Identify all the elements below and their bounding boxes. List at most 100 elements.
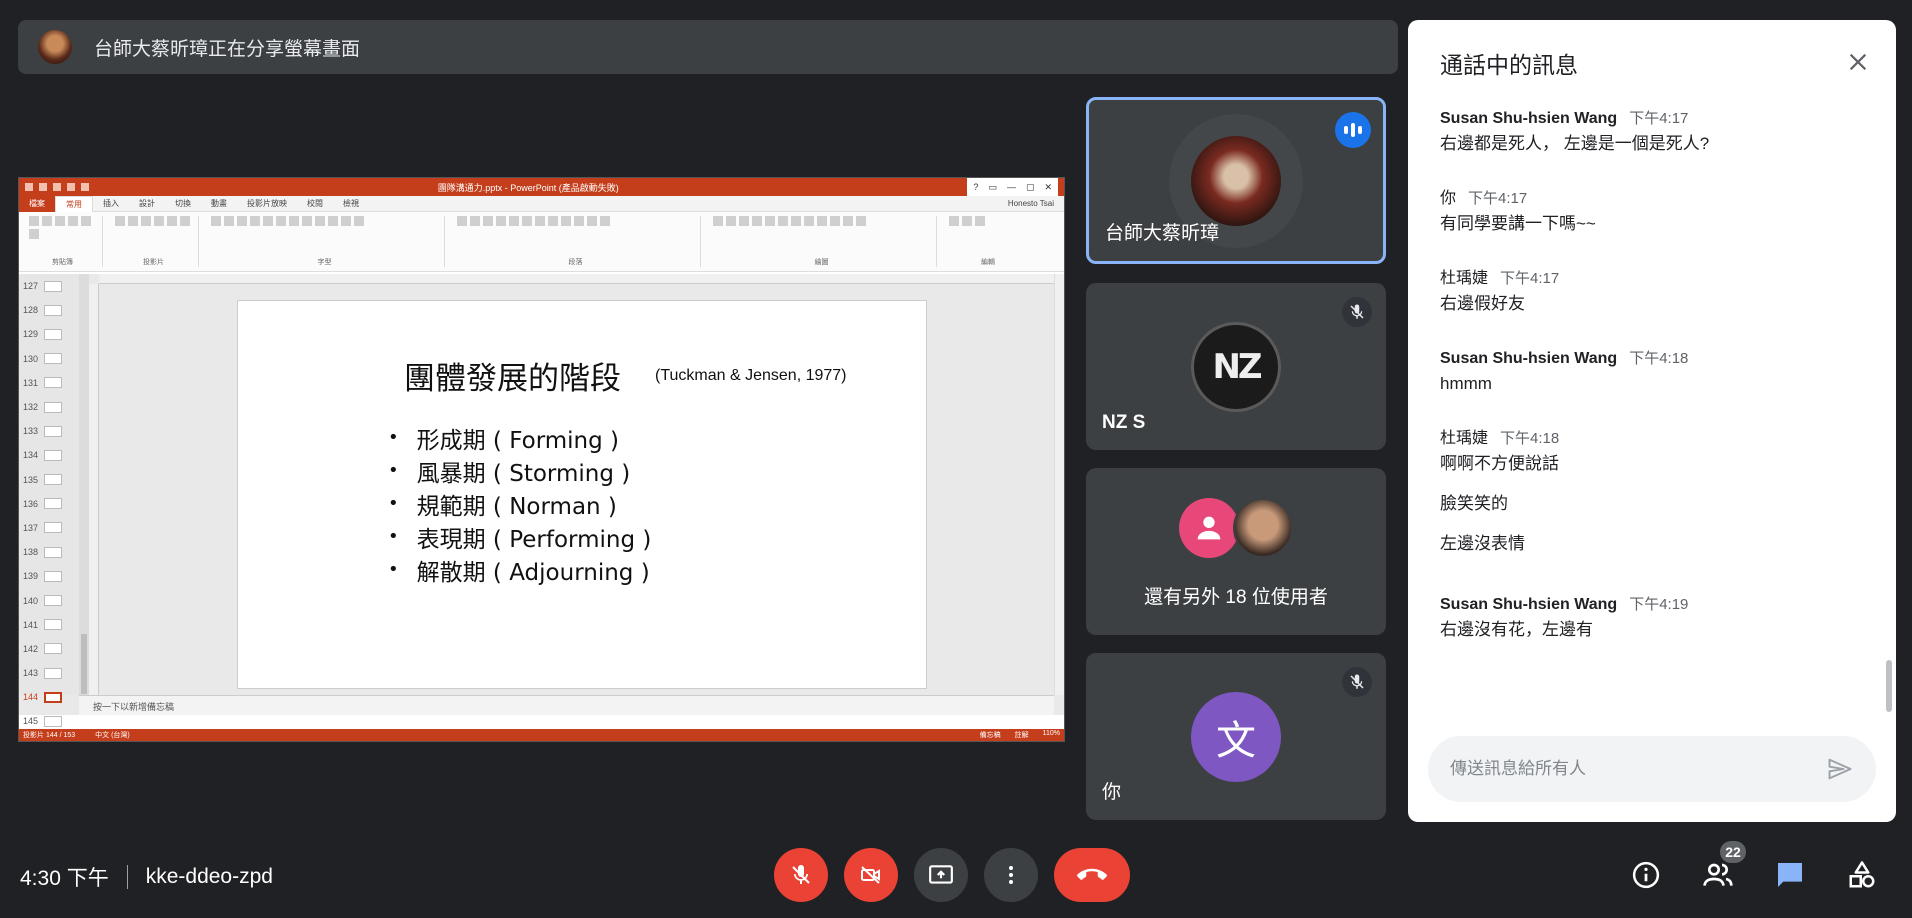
ppt-comments-toggle: 註解	[1014, 732, 1029, 739]
mic-toggle-button[interactable]	[774, 848, 828, 902]
slide-thumbnail-number: 128	[23, 305, 39, 316]
slide-thumbnail-number: 130	[23, 353, 39, 364]
slide-thumbnail-number: 129	[23, 329, 39, 340]
call-controls	[774, 848, 1130, 902]
ppt-tab: 切換	[175, 199, 191, 208]
ppt-ribbon-tabs: 檔案 常用 插入 設計 切換 動畫 投影片放映 校閱 檢視 Honesto Ts…	[19, 195, 1064, 212]
leave-call-button[interactable]	[1054, 848, 1130, 902]
chat-message-input[interactable]	[1450, 759, 1820, 779]
slide-thumbnail: 133	[19, 419, 79, 443]
slide-thumbnail-number: 131	[23, 377, 39, 388]
camera-toggle-button[interactable]	[844, 848, 898, 902]
message-text: 右邊沒有花，左邊有	[1440, 620, 1593, 639]
current-slide: 團體發展的階段 (Tuckman & Jensen, 1977) 形成期 ( F…	[237, 300, 927, 689]
screen-share-banner: 台師大蔡昕璋正在分享螢幕畫面	[18, 20, 1398, 74]
ribbon-group: 字型	[205, 216, 445, 267]
current-time: 4:30 下午	[20, 867, 109, 890]
slide-thumbnail: 138	[19, 540, 79, 564]
participant-tile-you[interactable]: 文 你	[1086, 653, 1386, 820]
mic-off-icon	[792, 865, 810, 884]
chat-button[interactable]	[1768, 853, 1812, 897]
ribbon-group: 段落	[451, 216, 701, 267]
message-text: 右邊假好友	[1440, 294, 1525, 313]
info-icon	[1632, 861, 1660, 889]
message-sender: Susan Shu-hsien Wang	[1440, 110, 1618, 127]
ribbon-group: 投影片	[109, 216, 199, 267]
slide-thumbnail: 132	[19, 395, 79, 419]
mic-off-icon	[1342, 667, 1372, 697]
ppt-tab: 校閱	[307, 199, 323, 208]
activities-button[interactable]	[1840, 853, 1884, 897]
hang-up-icon	[1077, 868, 1107, 880]
slide-bullet: 表現期 ( Performing )	[388, 520, 652, 553]
slide-thumbnail: 127	[19, 274, 79, 298]
ppt-tab: 常用	[55, 195, 93, 212]
message-sender: Susan Shu-hsien Wang	[1440, 596, 1618, 613]
slide-thumbnail: 139	[19, 564, 79, 588]
activities-icon	[1849, 861, 1875, 888]
chat-message: 你下午4:17 有同學要講一下嗎~~	[1440, 186, 1876, 236]
participant-tile-presenter[interactable]: 台師大蔡昕璋	[1086, 97, 1386, 264]
slide-bullet: 形成期 ( Forming )	[388, 421, 651, 454]
slide-thumbnail-preview	[44, 377, 63, 389]
participant-photo-avatar	[1233, 498, 1293, 558]
grouped-avatars	[1179, 498, 1293, 558]
more-options-button[interactable]	[984, 848, 1038, 902]
slide-thumbnail-preview	[44, 619, 63, 631]
participant-tile-others[interactable]: 還有另外 18 位使用者	[1086, 468, 1386, 635]
slide-thumbnail-preview	[44, 449, 63, 461]
ppt-window-title: 團隊溝通力.pptx - PowerPoint (產品啟動失敗)	[437, 182, 619, 193]
slide-thumbnail-number: 133	[23, 426, 39, 437]
message-time: 下午4:17	[1629, 110, 1689, 127]
present-screen-icon	[929, 865, 953, 884]
participant-name: 台師大蔡昕璋	[1105, 223, 1220, 244]
message-sender: 你	[1440, 190, 1457, 207]
slide-thumbnail: 143	[19, 661, 79, 685]
slide-thumbnail-number: 145	[23, 716, 39, 727]
slide-thumbnail-preview	[44, 401, 63, 413]
participant-count-badge: 22	[1720, 841, 1746, 863]
slide-citation: (Tuckman & Jensen, 1977)	[655, 367, 847, 384]
present-screen-button[interactable]	[914, 848, 968, 902]
meeting-code: kke-ddeo-zpd	[145, 865, 273, 888]
slide-thumbnail-preview	[44, 304, 63, 316]
message-text: 有同學要講一下嗎~~	[1440, 214, 1596, 233]
horizontal-ruler	[99, 274, 1054, 284]
slide-bullet: 解散期 ( Adjourning )	[388, 553, 651, 586]
slide-thumbnail-preview	[44, 353, 63, 365]
participant-name: 你	[1102, 782, 1122, 803]
chat-scrollbar[interactable]	[1886, 660, 1892, 712]
people-button[interactable]: 22	[1696, 841, 1746, 897]
chat-message: Susan Shu-hsien Wang 下午4:18 hmmm	[1440, 346, 1876, 396]
you-avatar: 文	[1191, 691, 1281, 782]
chat-input-container	[1428, 736, 1876, 802]
message-text: 臉笑笑的	[1440, 494, 1508, 513]
ppt-tab: 檔案	[19, 195, 55, 212]
message-text: 啊啊不方便說話	[1440, 454, 1559, 473]
chat-panel: 通話中的訊息 Susan Shu-hsien Wang 下午4:17 右邊都是死人…	[1408, 20, 1896, 822]
slide-thumbnail-preview	[44, 328, 63, 340]
slide-thumbnail-number: 143	[23, 668, 39, 679]
slide-thumbnail-preview	[44, 546, 63, 558]
slide-bullet-list: 形成期 ( Forming ) 風暴期 ( Storming ) 規範期 ( N…	[388, 421, 652, 586]
message-time: 下午4:18	[1629, 350, 1689, 367]
notes-placeholder: 按一下以新增備忘稿	[79, 695, 1054, 715]
ppt-tab: 檢視	[343, 199, 359, 208]
slide-thumbnail-number: 139	[23, 571, 39, 582]
participant-tile-nz[interactable]: NZ NZ S	[1086, 283, 1386, 450]
slide-thumbnail-number: 142	[23, 643, 39, 654]
chat-message: Susan Shu-hsien Wang 下午4:17 右邊都是死人， 左邊是一個…	[1440, 106, 1876, 156]
slide-thumbnail: 142	[19, 637, 79, 661]
slide-thumbnail: 135	[19, 468, 79, 492]
slide-thumbnail: 130	[19, 347, 79, 371]
close-icon[interactable]	[1842, 46, 1874, 78]
slide-thumbnail-number: 137	[23, 522, 39, 533]
camera-off-icon	[861, 866, 880, 884]
mic-off-icon	[1342, 297, 1372, 327]
slide-thumbnail-preview	[44, 522, 63, 534]
slide-thumbnail: 144	[19, 685, 79, 709]
meeting-details-button[interactable]	[1624, 853, 1668, 897]
message-text: 左邊沒表情	[1440, 534, 1525, 553]
slide-thumbnail-number: 138	[23, 547, 39, 558]
send-icon[interactable]	[1820, 749, 1860, 789]
